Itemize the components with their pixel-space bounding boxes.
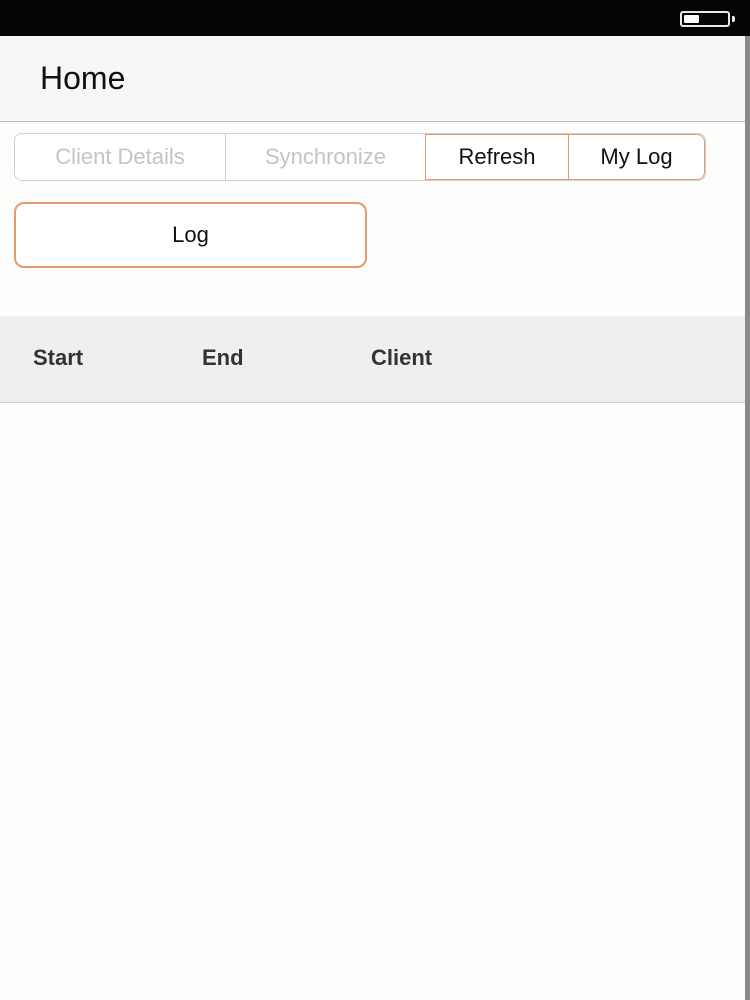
my-log-segment[interactable]: My Log — [568, 134, 705, 180]
battery-level — [684, 15, 699, 23]
refresh-segment[interactable]: Refresh — [425, 134, 568, 180]
client-details-segment[interactable]: Client Details — [15, 134, 226, 180]
battery-terminal — [732, 16, 735, 22]
battery-icon — [680, 11, 730, 27]
table-body[interactable] — [0, 403, 745, 1000]
column-header-end: End — [202, 345, 244, 370]
log-button[interactable]: Log — [14, 202, 367, 268]
window-edge — [745, 36, 750, 1000]
status-bar — [0, 0, 750, 36]
synchronize-segment[interactable]: Synchronize — [226, 134, 425, 180]
table-header: Start End Client — [0, 316, 745, 403]
segmented-control: Client Details Synchronize Refresh My Lo… — [14, 133, 706, 181]
column-header-start: Start — [33, 345, 84, 370]
navigation-bar: Home — [0, 36, 745, 122]
page-title: Home — [40, 60, 126, 96]
column-header-client: Client — [371, 345, 433, 370]
